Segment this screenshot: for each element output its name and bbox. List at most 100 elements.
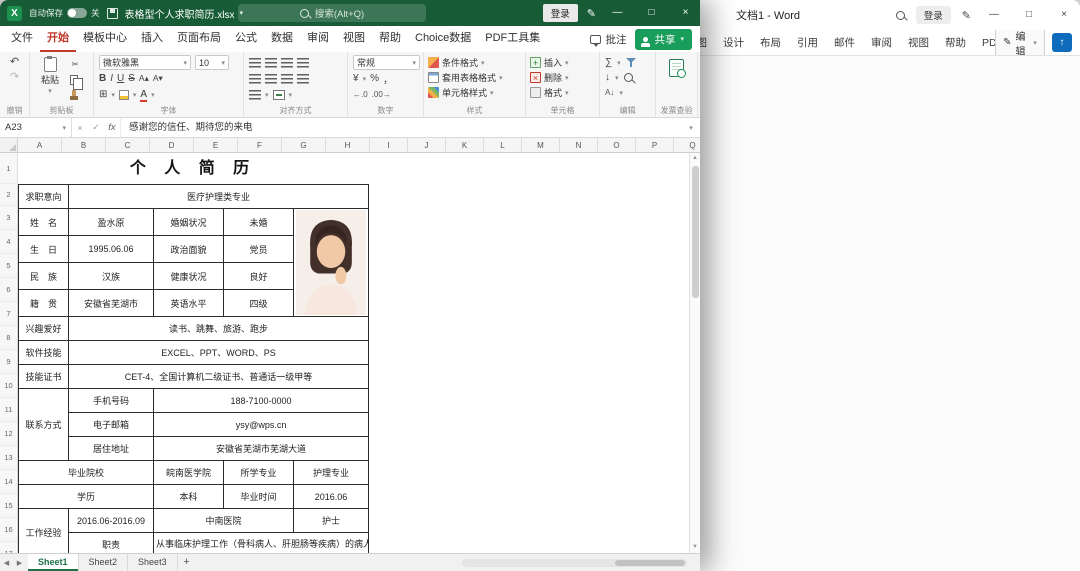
toggle-switch-icon[interactable] (67, 8, 87, 18)
comma-button[interactable]: ， (383, 71, 393, 86)
resume-label[interactable]: 技能证书 (19, 365, 69, 389)
row-header[interactable]: 11 (0, 398, 17, 422)
excel-close-button[interactable]: × (673, 0, 698, 26)
resume-label[interactable]: 姓 名 (19, 209, 69, 236)
word-minimize-button[interactable]: — (982, 0, 1006, 30)
resume-label[interactable]: 婚姻状况 (154, 209, 224, 236)
conditional-formatting-button[interactable]: 条件格式 ▾ (427, 55, 522, 70)
column-header[interactable]: L (484, 138, 522, 152)
format-painter-button[interactable] (72, 90, 76, 96)
resume-value[interactable]: 188-7100-0000 (154, 389, 369, 413)
insert-function-button[interactable]: fx (104, 122, 120, 133)
scrollbar-thumb[interactable] (692, 166, 699, 298)
horizontal-scrollbar[interactable] (462, 559, 687, 567)
scroll-down-icon[interactable]: ▼ (692, 542, 698, 553)
word-ribbon-tab[interactable]: 帮助 (937, 30, 974, 56)
indent-button[interactable] (297, 74, 309, 84)
borders-button[interactable]: ⊞ (99, 89, 107, 100)
search-icon[interactable] (896, 11, 905, 20)
row-header[interactable]: 10 (0, 374, 17, 398)
insert-cells-button[interactable]: + 插入 ▾ (529, 55, 596, 70)
resume-value[interactable]: 安徽省芜湖市 (69, 290, 154, 317)
comments-button[interactable]: 批注 (590, 32, 626, 47)
vertical-scrollbar[interactable]: ▲ ▼ (689, 153, 700, 553)
row-header[interactable]: 7 (0, 302, 17, 326)
editing-mode-button[interactable]: ✎ 编辑 ▾ (995, 30, 1045, 56)
align-bottom-button[interactable] (281, 58, 293, 68)
undo-button[interactable]: ↶ (7, 55, 23, 70)
column-header[interactable]: K (446, 138, 484, 152)
column-header[interactable]: N (560, 138, 598, 152)
word-ribbon-tab[interactable]: 邮件 (826, 30, 863, 56)
redo-button[interactable]: ↷ (7, 70, 23, 85)
row-header[interactable]: 2 (0, 184, 17, 206)
resume-value[interactable]: 中南医院 (154, 509, 294, 533)
sheet-tab[interactable]: Sheet2 (79, 554, 129, 571)
excel-minimize-button[interactable]: — (605, 0, 630, 26)
word-close-button[interactable]: × (1052, 0, 1076, 30)
paste-button[interactable]: 粘贴 ▾ (33, 55, 67, 101)
excel-ribbon-tab[interactable]: 开始 (40, 26, 76, 52)
column-header[interactable]: I (370, 138, 408, 152)
resume-label[interactable]: 健康状况 (154, 263, 224, 290)
excel-ribbon-tab[interactable]: 数据 (264, 26, 300, 52)
share-button[interactable]: ↑ (1052, 33, 1072, 52)
resume-value[interactable]: 护士 (294, 509, 369, 533)
column-header[interactable]: F (238, 138, 282, 152)
resume-value[interactable]: 党员 (224, 236, 294, 263)
sort-filter-icon[interactable] (626, 58, 636, 67)
excel-ribbon-tab[interactable]: 视图 (336, 26, 372, 52)
word-ribbon-tab[interactable]: PDF工具集 (974, 30, 995, 56)
column-header[interactable]: D (150, 138, 194, 152)
column-header[interactable]: O (598, 138, 636, 152)
word-ribbon-tab[interactable]: 引用 (789, 30, 826, 56)
resume-value[interactable]: 从事临床护理工作（骨科病人、肝胆肠等疾病）的病人的护理及手术期护理、肝脏移植及肿… (154, 533, 369, 553)
delete-cells-button[interactable]: × 删除 ▾ (529, 70, 596, 85)
sheet-tab[interactable]: Sheet1 (28, 554, 79, 571)
excel-ribbon-tab[interactable]: 文件 (4, 26, 40, 52)
resume-label[interactable]: 电子邮箱 (69, 413, 154, 437)
copy-button[interactable] (70, 75, 78, 85)
resume-value[interactable]: 1995.06.06 (69, 236, 154, 263)
resume-value[interactable]: 2016.06 (294, 485, 369, 509)
excel-ribbon-tab[interactable]: 模板中心 (76, 26, 134, 52)
column-header[interactable]: H (326, 138, 370, 152)
row-header[interactable]: 17 (0, 542, 17, 553)
word-maximize-button[interactable]: □ (1017, 0, 1041, 30)
cell-styles-button[interactable]: 单元格样式 ▾ (427, 85, 522, 100)
resume-label[interactable]: 职责 (69, 533, 154, 553)
pen-icon[interactable]: ✎ (587, 7, 596, 20)
font-size-select[interactable]: 10 ▾ (195, 55, 229, 70)
invoice-check-button[interactable] (669, 59, 684, 77)
word-ribbon-tab[interactable]: 设计 (715, 30, 752, 56)
resume-label[interactable]: 学历 (19, 485, 154, 509)
column-header[interactable]: J (408, 138, 446, 152)
resume-label[interactable]: 毕业时间 (224, 485, 294, 509)
sort-az-button[interactable]: A↓ (605, 88, 614, 97)
decrease-font-button[interactable]: A▾ (153, 73, 163, 84)
resume-value[interactable]: 汉族 (69, 263, 154, 290)
increase-decimal-button[interactable]: ←.0 (353, 90, 368, 99)
autosave-toggle[interactable]: 自动保存 关 (29, 7, 100, 19)
share-button[interactable]: 共享 ▾ (635, 29, 692, 50)
scrollbar-thumb[interactable] (615, 560, 685, 566)
pen-icon[interactable]: ✎ (962, 9, 971, 22)
format-as-table-button[interactable]: 套用表格格式 ▾ (427, 70, 522, 85)
fill-button[interactable]: ↓ (605, 72, 610, 83)
align-left-button[interactable] (249, 74, 261, 84)
italic-button[interactable]: I (110, 73, 113, 84)
resume-label[interactable]: 籍 贯 (19, 290, 69, 317)
resume-label[interactable]: 英语水平 (154, 290, 224, 317)
number-format-select[interactable]: 常规 ▾ (353, 55, 420, 70)
sheet-nav-left-icon[interactable]: ◀ (0, 559, 13, 567)
resume-label[interactable]: 所学专业 (224, 461, 294, 485)
bold-button[interactable]: B (99, 73, 106, 84)
row-header[interactable]: 13 (0, 446, 17, 470)
excel-ribbon-tab[interactable]: PDF工具集 (478, 26, 547, 52)
resume-label[interactable]: 联系方式 (19, 389, 69, 461)
merge-center-button[interactable] (273, 90, 285, 100)
strikethrough-button[interactable]: S (128, 73, 135, 84)
save-icon[interactable] (107, 8, 118, 19)
align-right-button[interactable] (281, 74, 293, 84)
word-login-button[interactable]: 登录 (916, 6, 951, 24)
